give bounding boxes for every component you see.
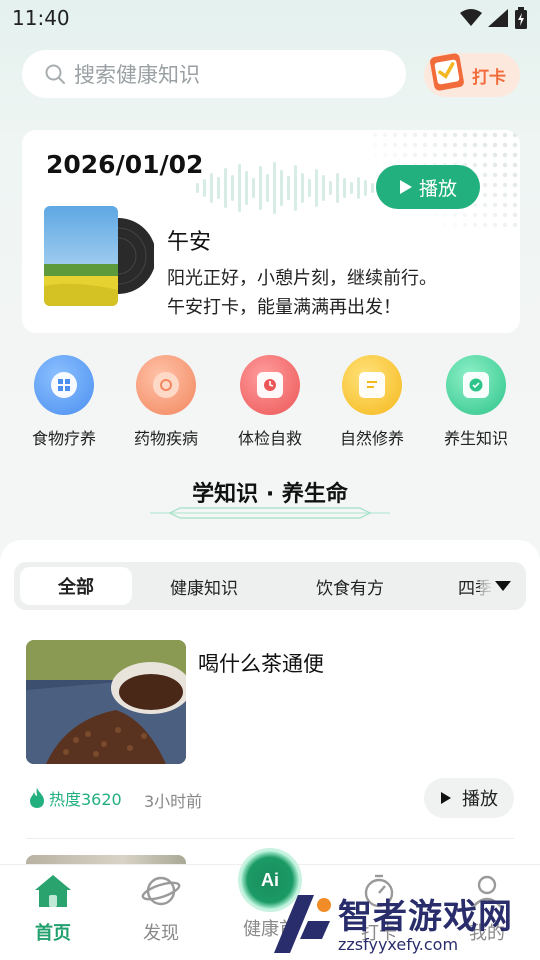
list-divider [26,838,514,839]
article-popularity: 热度3620 [28,786,122,810]
daily-text-line-1: 阳光正好，小憩片刻，继续前行。 [167,268,437,289]
category-nature-cultivation[interactable]: 自然修养 [327,355,417,449]
waveform-bar [273,162,276,214]
category-label: 药物疾病 [133,429,198,448]
category-label: 食物疗养 [31,429,96,448]
watermark-text: 智者游戏网 [338,897,513,937]
food-icon [34,355,94,415]
waveform-bar [329,181,332,195]
nav-label: 发现 [143,923,179,944]
article-title: 喝什么茶通便 [198,652,324,676]
watermark-url: zzsfyyxefy.com [338,935,459,954]
search-placeholder: 搜索健康知识 [74,63,200,87]
category-label: 养生知识 [443,429,508,448]
waveform-bar [266,174,269,202]
play-icon [399,180,412,194]
waveform-bar [364,180,367,196]
daily-play-button[interactable]: 播放 [376,165,480,209]
play-icon [441,792,451,804]
category-checkup-selfrescue[interactable]: 体检自救 [225,355,315,449]
watermark-logo [274,895,331,953]
home-icon [35,875,71,907]
tab-diet[interactable]: 饮食有方 [290,567,410,605]
daily-text-line-2: 午安打卡，能量满满再出发！ [167,297,401,318]
waveform-bar [203,179,206,197]
section-title-decoration [150,507,390,519]
daily-title: 午安 [167,230,212,255]
waveform-bar [350,182,353,194]
medicine-icon [136,355,196,415]
waveform-bar [196,183,199,193]
waveform-bar [371,183,374,193]
flame-icon [30,788,44,808]
waveform-bar [231,175,234,201]
nav-label: 首页 [35,923,71,944]
category-food-therapy[interactable]: 食物疗养 [19,355,109,449]
search-input[interactable]: 搜索健康知识 [22,50,406,98]
checkin-button[interactable]: 打卡 [424,53,520,97]
article-play-label: 播放 [462,789,498,810]
category-tabs: 全部 健康知识 饮食有方 四季 [14,562,526,610]
article-hot-text: 热度3620 [49,790,122,809]
waveform-bar [322,175,325,201]
waveform-bar [301,173,304,203]
site-watermark: 智者游戏网 zzsfyyxefy.com [268,885,540,960]
tab-all[interactable]: 全部 [20,567,132,605]
daily-date: 2026/01/02 [46,150,204,179]
waveform-bar [217,177,220,199]
tabs-expand-button[interactable] [480,562,526,610]
article-time: 3小时前 [144,792,203,811]
section-title: 学知识 · 养生命 [192,482,348,507]
daily-audio-card[interactable]: 2026/01/02 播放 午安 阳光正好，小憩片刻，继续前行。 午安打卡，能量… [22,130,520,333]
waveform-decoration [196,162,374,214]
waveform-bar [224,168,227,208]
category-label: 体检自救 [237,429,302,448]
planet-icon [141,876,181,906]
waveform-bar [294,165,297,211]
tab-health-knowledge[interactable]: 健康知识 [144,567,264,605]
note-icon [342,355,402,415]
clock-icon [240,355,300,415]
signal-icon [488,9,508,27]
waveform-bar [357,177,360,199]
waveform-bar [238,164,241,212]
article-play-button[interactable]: 播放 [424,778,514,818]
waveform-bar [343,178,346,198]
calendar-check-icon [430,53,464,91]
battery-icon [515,7,527,29]
status-bar: 11:40 [0,0,540,36]
waveform-bar [336,173,339,203]
waveform-bar [245,171,248,205]
article-item[interactable]: 喝什么茶通便 热度3620 3小时前 播放 [26,640,514,820]
category-label: 自然修养 [339,429,404,448]
status-time: 11:40 [12,6,70,30]
waveform-bar [259,166,262,210]
article-thumbnail [26,640,186,764]
wifi-icon [460,9,482,26]
waveform-bar [315,169,318,207]
nav-home[interactable]: 首页 [8,873,98,945]
daily-play-label: 播放 [418,177,457,200]
category-row: 食物疗养 药物疾病 体检自救 自然修养 养生知识 [0,355,540,455]
album-cover-image [44,206,154,306]
waveform-bar [287,176,290,200]
shield-check-icon [446,355,506,415]
waveform-bar [280,170,283,206]
waveform-bar [252,178,255,198]
waveform-bar [308,179,311,197]
caret-down-icon [495,581,511,591]
search-icon [45,64,65,84]
nav-discover[interactable]: 发现 [116,873,206,945]
checkin-label: 打卡 [472,68,506,88]
category-medicine-disease[interactable]: 药物疾病 [121,355,211,449]
waveform-bar [210,173,213,203]
status-icons [460,7,528,29]
category-health-knowledge[interactable]: 养生知识 [431,355,521,449]
